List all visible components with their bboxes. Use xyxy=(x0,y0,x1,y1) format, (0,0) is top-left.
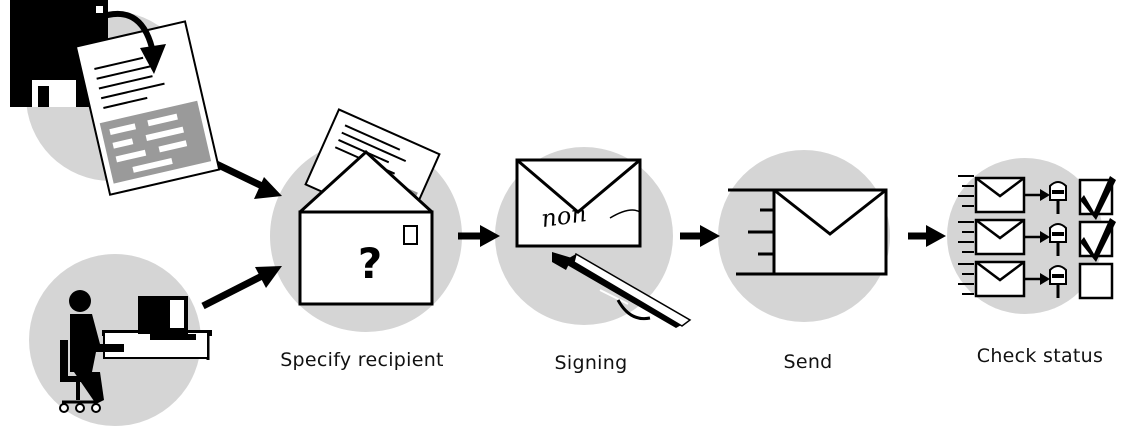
arrow-icon xyxy=(680,225,720,247)
step-label-check-status: Check status xyxy=(976,345,1104,367)
arrow-icon xyxy=(458,225,500,247)
recipient-envelope-icon: ? xyxy=(298,108,441,306)
arrow-icon xyxy=(908,225,946,247)
signed-envelope-icon: non xyxy=(515,158,642,248)
question-mark: ? xyxy=(358,239,382,288)
arrow-icon xyxy=(201,266,282,310)
envelope-icon xyxy=(974,260,1026,298)
checkbox-empty xyxy=(1078,262,1114,300)
step-label-specify-recipient: Specify recipient xyxy=(280,349,444,371)
envelope-icon xyxy=(974,218,1026,256)
step-label-signing: Signing xyxy=(554,352,628,374)
envelope-icon xyxy=(974,176,1026,214)
step-label-send: Send xyxy=(783,351,833,373)
